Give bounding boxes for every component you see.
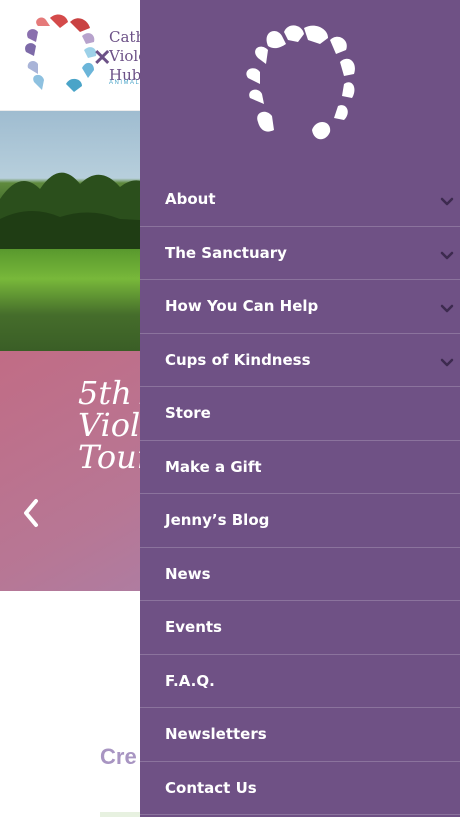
section-heading-partial: Cre xyxy=(100,744,137,769)
menu-item-label: Newsletters xyxy=(165,725,267,743)
menu-item-the-sanctuary[interactable]: The Sanctuary xyxy=(140,227,460,280)
decorative-bar xyxy=(100,812,140,817)
chevron-down-icon[interactable] xyxy=(440,197,454,207)
menu-item-label: News xyxy=(165,564,211,583)
menu-item-newsletters[interactable]: Newsletters xyxy=(140,708,460,762)
chevron-down-icon[interactable] xyxy=(440,251,454,261)
site-logo-icon[interactable] xyxy=(20,12,100,96)
menu-item-jennys-blog[interactable]: Jenny’s Blog xyxy=(140,494,460,548)
menu-item-store[interactable]: Store xyxy=(140,387,460,441)
menu-item-label: Jenny’s Blog xyxy=(165,511,270,529)
menu-item-label: F.A.Q. xyxy=(165,671,215,690)
menu-item-news[interactable]: News xyxy=(140,548,460,601)
menu-item-label: About xyxy=(165,190,216,208)
chevron-left-icon[interactable] xyxy=(18,497,44,529)
menu-item-label: The Sanctuary xyxy=(165,243,287,262)
menu-item-label: How You Can Help xyxy=(165,297,319,315)
menu-item-label: Cups of Kindness xyxy=(165,350,311,369)
menu-item-label: Store xyxy=(165,404,211,422)
menu-item-label: Events xyxy=(165,618,222,636)
menu-item-label: Make a Gift xyxy=(165,457,262,476)
menu-item-make-a-gift[interactable]: Make a Gift xyxy=(140,441,460,494)
menu-item-about[interactable]: About xyxy=(140,173,460,227)
menu-item-faq[interactable]: F.A.Q. xyxy=(140,655,460,708)
drawer-logo-icon[interactable] xyxy=(240,22,360,148)
nav-menu: About The Sanctuary How You Can Help Cup… xyxy=(140,173,460,815)
nav-drawer: About The Sanctuary How You Can Help Cup… xyxy=(140,0,460,817)
chevron-down-icon[interactable] xyxy=(440,304,454,314)
close-icon[interactable]: ✕ xyxy=(93,47,111,69)
menu-item-how-you-can-help[interactable]: How You Can Help xyxy=(140,280,460,334)
menu-item-cups-of-kindness[interactable]: Cups of Kindness xyxy=(140,334,460,387)
menu-item-label: Contact Us xyxy=(165,778,257,797)
chevron-down-icon[interactable] xyxy=(440,358,454,368)
menu-item-events[interactable]: Events xyxy=(140,601,460,655)
menu-item-contact-us[interactable]: Contact Us xyxy=(140,762,460,815)
